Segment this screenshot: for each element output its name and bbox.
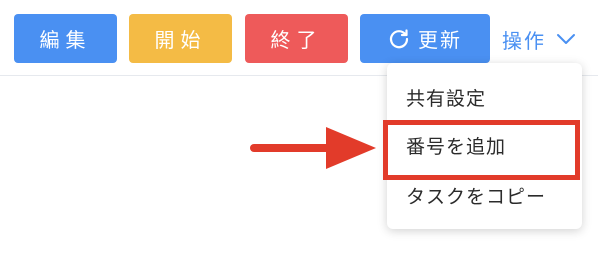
operations-label: 操作 [502,28,546,53]
start-button-label: 開始 [154,28,207,52]
chevron-down-icon [556,32,576,46]
refresh-icon [388,28,410,50]
operations-dropdown-toggle[interactable]: 操作 [502,24,576,54]
edit-button[interactable]: 編集 [14,14,117,63]
edit-button-label: 編集 [39,28,92,52]
start-button[interactable]: 開始 [129,14,232,63]
menu-item-label: 共有設定 [406,87,487,110]
menu-item-label: タスクをコピー [406,185,547,208]
highlight-box [383,120,580,180]
end-button-label: 終了 [270,28,323,52]
arrow-right-icon [248,120,378,184]
end-button[interactable]: 終了 [245,14,348,63]
menu-item-share-settings[interactable]: 共有設定 [387,73,582,121]
update-button-label: 更新 [418,28,462,52]
update-button[interactable]: 更新 [360,14,490,63]
